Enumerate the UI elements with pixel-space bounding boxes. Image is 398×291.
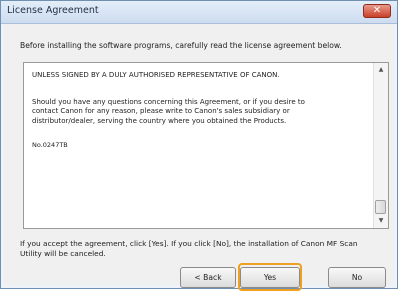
license-reference-number: No.0247TB: [32, 141, 68, 149]
close-button[interactable]: ✕: [363, 4, 391, 18]
instruction-text: Before installing the software programs,…: [20, 41, 342, 50]
close-icon: ✕: [372, 5, 382, 16]
scroll-thumb[interactable]: [375, 200, 386, 214]
title-bar[interactable]: License Agreement ✕: [1, 1, 397, 24]
scroll-down-arrow-icon[interactable]: ▼: [376, 216, 386, 226]
accept-instruction-text: If you accept the agreement, click [Yes]…: [20, 239, 358, 258]
license-heading: UNLESS SIGNED BY A DULY AUTHORISED REPRE…: [32, 71, 280, 79]
window-title: License Agreement: [7, 5, 99, 16]
license-agreement-dialog: License Agreement ✕ Before installing th…: [0, 0, 398, 291]
yes-button[interactable]: Yes: [240, 267, 300, 288]
no-button[interactable]: No: [328, 267, 386, 288]
vertical-scrollbar[interactable]: ▲ ▼: [373, 63, 388, 228]
dialog-body: Before installing the software programs,…: [4, 24, 394, 291]
license-paragraph: Should you have any questions concerning…: [32, 97, 305, 125]
back-button[interactable]: < Back: [180, 267, 236, 288]
license-text-box[interactable]: UNLESS SIGNED BY A DULY AUTHORISED REPRE…: [23, 62, 389, 229]
scroll-up-arrow-icon[interactable]: ▲: [376, 65, 386, 75]
license-content: UNLESS SIGNED BY A DULY AUTHORISED REPRE…: [32, 71, 370, 151]
